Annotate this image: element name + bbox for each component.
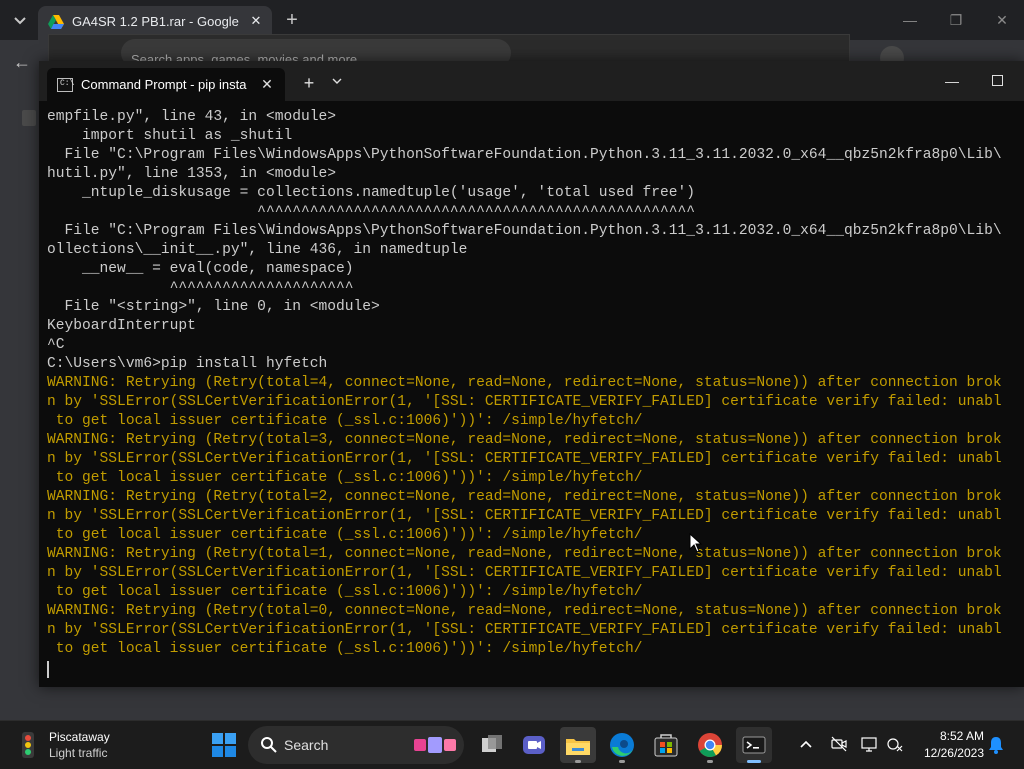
terminal-line: import shutil as _shutil <box>47 128 293 144</box>
running-indicator <box>747 760 761 763</box>
weather-status: Light traffic <box>49 746 108 760</box>
traffic-light-icon <box>22 732 34 758</box>
terminal-warning-line: n by 'SSLError(SSLCertVerificationError(… <box>47 565 1002 581</box>
terminal-warning-line: WARNING: Retrying (Retry(total=2, connec… <box>47 489 1002 505</box>
store-icon[interactable] <box>648 727 684 763</box>
chevron-up-icon[interactable] <box>797 735 815 753</box>
terminal-line: ^^^^^^^^^^^^^^^^^^^^^ <box>47 280 354 296</box>
terminal-line: empfile.py", line 43, in <module> <box>47 109 337 125</box>
meet-icon[interactable] <box>516 727 552 763</box>
terminal-line: ^C <box>47 337 65 353</box>
search-label: Search <box>284 737 329 753</box>
chrome-icon[interactable] <box>692 727 728 763</box>
terminal-warning-line: WARNING: Retrying (Retry(total=3, connec… <box>47 432 1002 448</box>
terminal-line: File "C:\Program Files\WindowsApps\Pytho… <box>47 147 1002 163</box>
terminal-warning-line: n by 'SSLError(SSLCertVerificationError(… <box>47 622 1002 638</box>
display-icon[interactable] <box>860 735 878 753</box>
terminal-line: File "C:\Program Files\WindowsApps\Pytho… <box>47 223 1002 239</box>
terminal-warning-line: to get local issuer certificate (_ssl.c:… <box>47 584 643 600</box>
close-icon[interactable]: ✕ <box>257 74 277 94</box>
terminal-line: File "<string>", line 0, in <module> <box>47 299 380 315</box>
terminal-warning-line: WARNING: Retrying (Retry(total=4, connec… <box>47 375 1002 391</box>
terminal-tab[interactable]: C:\ Command Prompt - pip insta ✕ <box>47 68 285 101</box>
search-icon <box>261 737 277 753</box>
windows-start-icon[interactable] <box>206 727 242 763</box>
clock-time[interactable]: 8:52 AM <box>930 729 984 743</box>
browser-tab-title: GA4SR 1.2 PB1.rar - Google Dri <box>72 14 240 29</box>
taskbar: Piscataway Light traffic Search 8:52 AM … <box>0 720 1024 769</box>
bell-icon[interactable] <box>988 736 1004 754</box>
terminal-warning-line: to get local issuer certificate (_ssl.c:… <box>47 527 643 543</box>
minimize-icon[interactable]: — <box>937 69 967 93</box>
weather-widget[interactable]: Piscataway Light traffic <box>16 729 156 763</box>
clock-date[interactable]: 12/26/2023 <box>914 746 984 760</box>
plus-icon[interactable]: + <box>280 6 304 34</box>
terminal-lines: empfile.py", line 43, in <module> import… <box>47 108 1024 659</box>
terminal-output[interactable]: empfile.py", line 43, in <module> import… <box>47 108 1024 687</box>
terminal-window: C:\ Command Prompt - pip insta ✕ + — emp… <box>39 61 1024 687</box>
terminal-line: ^^^^^^^^^^^^^^^^^^^^^^^^^^^^^^^^^^^^^^^^… <box>47 204 696 220</box>
running-indicator <box>707 760 713 763</box>
file-explorer-icon[interactable] <box>560 727 596 763</box>
google-drive-icon <box>48 15 64 29</box>
tab-search-icon[interactable] <box>8 6 32 34</box>
network-icon[interactable] <box>886 735 904 753</box>
text-cursor <box>47 661 49 678</box>
back-arrow-icon[interactable]: ← <box>10 50 34 74</box>
maximize-icon[interactable] <box>983 69 1013 93</box>
cmd-icon: C:\ <box>57 78 74 92</box>
running-indicator <box>575 760 581 763</box>
edge-icon[interactable] <box>604 727 640 763</box>
mouse-pointer-icon <box>689 533 703 553</box>
terminal-line: hutil.py", line 1353, in <module> <box>47 166 337 182</box>
task-view-icon[interactable] <box>474 727 510 763</box>
terminal-line: C:\Users\vm6>pip install hyfetch <box>47 356 328 372</box>
terminal-warning-line: n by 'SSLError(SSLCertVerificationError(… <box>47 451 1002 467</box>
terminal-warning-line: n by 'SSLError(SSLCertVerificationError(… <box>47 508 1002 524</box>
minimize-icon[interactable]: — <box>896 8 924 32</box>
terminal-tab-title: Command Prompt - pip insta <box>81 77 247 92</box>
terminal-icon[interactable] <box>736 727 772 763</box>
terminal-warning-line: WARNING: Retrying (Retry(total=1, connec… <box>47 546 1002 562</box>
prompt-line[interactable] <box>47 659 1024 678</box>
terminal-warning-line: to get local issuer certificate (_ssl.c:… <box>47 470 643 486</box>
close-icon[interactable]: ✕ <box>988 8 1016 32</box>
camera-off-icon[interactable] <box>830 735 848 753</box>
sidebar-icon[interactable] <box>22 110 36 126</box>
weather-location: Piscataway <box>49 730 110 744</box>
terminal-warning-line: to get local issuer certificate (_ssl.c:… <box>47 413 643 429</box>
terminal-warning-line: to get local issuer certificate (_ssl.c:… <box>47 641 643 657</box>
search-highlight-icon <box>414 737 456 753</box>
terminal-line: _ntuple_diskusage = collections.namedtup… <box>47 185 696 201</box>
taskbar-search[interactable]: Search <box>248 726 464 764</box>
close-icon[interactable]: ✕ <box>246 11 266 31</box>
terminal-line: ollections\__init__.py", line 436, in na… <box>47 242 468 258</box>
restore-icon[interactable]: ❐ <box>942 8 970 32</box>
plus-icon[interactable]: + <box>297 71 321 95</box>
terminal-warning-line: WARNING: Retrying (Retry(total=0, connec… <box>47 603 1002 619</box>
terminal-warning-line: n by 'SSLError(SSLCertVerificationError(… <box>47 394 1002 410</box>
chevron-down-icon[interactable] <box>325 71 349 95</box>
terminal-line: KeyboardInterrupt <box>47 318 196 334</box>
running-indicator <box>619 760 625 763</box>
terminal-line: __new__ = eval(code, namespace) <box>47 261 354 277</box>
terminal-titlebar: C:\ Command Prompt - pip insta ✕ + — <box>39 61 1024 101</box>
